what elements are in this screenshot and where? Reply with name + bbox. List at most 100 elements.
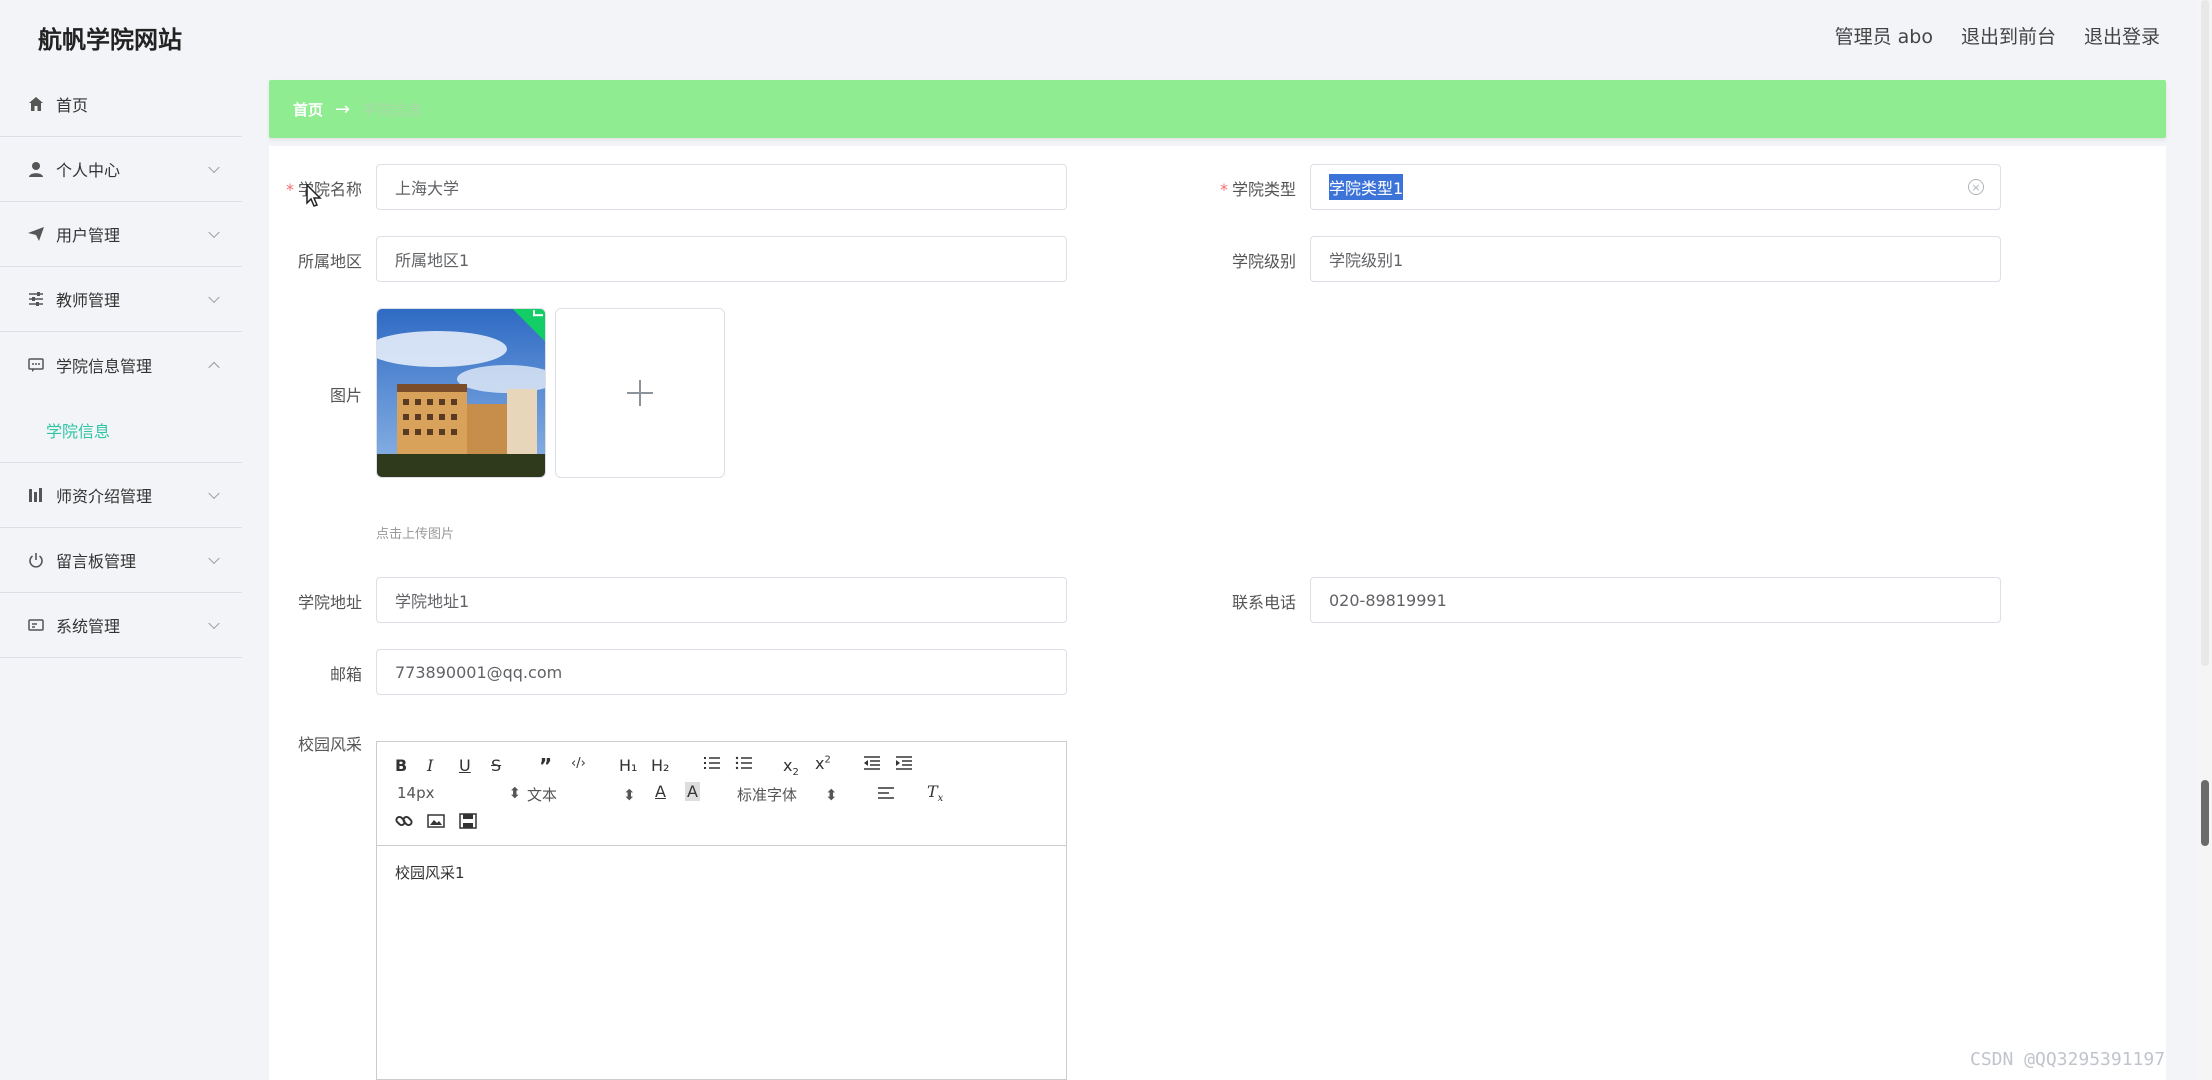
sidebar-item-college-info-management[interactable]: 学院信息管理 [0,332,242,397]
font-color-button[interactable]: A [655,782,666,801]
superscript-button[interactable]: x2 [815,754,831,773]
breadcrumb-home-link[interactable]: 首页 [293,99,323,120]
card-icon [26,615,46,635]
image-icon [427,814,445,828]
image-button[interactable] [427,812,445,834]
phone-field[interactable]: 020-89819991 [1310,577,2001,623]
college-name-field[interactable]: 上海大学 [376,164,1067,210]
college-type-label: * 学院类型 [1219,180,1296,199]
site-title: 航帆学院网站 [38,26,182,54]
ordered-list-button[interactable] [703,754,721,776]
outdent-button[interactable] [863,754,881,776]
outdent-icon [864,756,880,770]
college-type-select[interactable]: 学院类型1 × [1310,164,2001,210]
indent-icon [896,756,912,770]
link-button[interactable] [395,812,413,834]
college-name-value: 上海大学 [395,179,460,198]
sidebar-item-faculty-intro-management[interactable]: 师资介绍管理 [0,463,242,528]
film-icon [459,813,477,829]
video-button[interactable] [459,812,477,834]
top-header: 航帆学院网站 管理员 abo 退出到前台 退出登录 [0,0,2212,72]
italic-button[interactable]: I [427,756,433,775]
email-label: 邮箱 [329,665,362,684]
chevron-down-icon [208,552,220,565]
underline-button[interactable]: U [459,756,471,775]
logout-link[interactable]: 退出登录 [2084,22,2160,49]
bullet-list-icon [735,756,752,770]
email-field[interactable]: 773890001@qq.com [376,649,1067,695]
h1-button[interactable]: H₁ [619,756,637,775]
level-label: 学院级别 [1231,252,1296,271]
subscript-button[interactable]: x2 [783,756,799,778]
page-scrollbar[interactable] [2198,0,2212,1080]
sidebar-item-label: 教师管理 [56,291,121,310]
address-field[interactable]: 学院地址1 [376,577,1067,623]
select-arrows-icon: ⬍ [825,786,838,804]
sidebar-item-user-management[interactable]: 用户管理 [0,202,242,267]
image-label: 图片 [329,386,362,405]
header-actions: 管理员 abo 退出到前台 退出登录 [1835,22,2160,49]
scrollbar-thumb[interactable] [2201,780,2209,846]
bold-button[interactable]: B [395,756,407,775]
font-family-select[interactable]: 标准字体 ⬍ [737,784,838,805]
required-mark: * [1219,180,1228,199]
breadcrumb: 首页 → 学院信息 [269,80,2166,138]
sliders-icon [26,289,46,309]
sidebar-item-personal-center[interactable]: 个人中心 [0,137,242,202]
clear-format-button[interactable]: Tx [927,782,943,804]
sidebar-subitem-college-info[interactable]: 学院信息 [0,397,242,463]
sidebar-item-label: 学院信息管理 [56,356,153,376]
uploaded-image-thumbnail[interactable] [376,308,546,478]
sidebar-item-system-management[interactable]: 系统管理 [0,593,242,658]
align-icon [878,787,894,799]
clear-icon[interactable]: × [1968,179,1984,195]
sidebar: 首页 个人中心 用户管理 教师管理 学院信息管理 学院信息 师资介绍管理 留言板… [0,72,242,1080]
strike-button[interactable]: S [491,756,501,775]
h2-button[interactable]: H₂ [651,756,669,775]
check-icon [533,310,543,317]
required-mark: * [285,180,294,199]
phone-value: 020-89819991 [1329,590,1447,610]
level-value: 学院级别1 [1329,251,1404,270]
sidebar-item-label: 学院信息 [46,421,111,441]
rich-text-editor[interactable]: B I U S ” ‹/› H₁ H₂ x2 x2 14px ⬍ 文本 ⬍ A A … [376,741,1067,1080]
sidebar-item-home[interactable]: 首页 [0,72,242,137]
sidebar-item-label: 个人中心 [56,161,121,180]
sidebar-item-teacher-management[interactable]: 教师管理 [0,267,242,332]
level-field[interactable]: 学院级别1 [1310,236,2001,282]
background-color-button[interactable]: A [685,782,700,801]
home-icon [26,94,46,114]
chevron-down-icon [208,226,220,239]
font-size-select[interactable]: 14px ⬍ [397,784,521,802]
exit-to-front-link[interactable]: 退出到前台 [1961,22,2056,49]
text-type-value: 文本 [527,786,558,804]
region-field[interactable]: 所属地区1 [376,236,1067,282]
sidebar-item-message-board-management[interactable]: 留言板管理 [0,528,242,593]
code-button[interactable]: ‹/› [571,756,586,771]
indent-button[interactable] [895,754,913,776]
quote-button[interactable]: ” [539,754,552,778]
plus-icon [627,380,653,406]
college-type-value: 学院类型1 [1329,174,1404,200]
upload-image-button[interactable] [555,308,725,478]
chat-icon [26,355,46,375]
select-arrows-icon: ⬍ [623,786,636,804]
bullet-list-button[interactable] [735,754,753,776]
editor-content[interactable]: 校园风采1 [377,846,1066,899]
mouse-cursor-icon [306,183,322,212]
send-icon [26,224,46,244]
chevron-down-icon [208,487,220,500]
upload-tip: 点击上传图片 [376,527,455,542]
campus-label: 校园风采 [297,735,362,754]
email-value: 773890001@qq.com [395,662,563,682]
editor-toolbar: B I U S ” ‹/› H₁ H₂ x2 x2 14px ⬍ 文本 ⬍ A A … [377,742,1066,846]
region-label: 所属地区 [297,252,362,271]
region-value: 所属地区1 [395,251,470,270]
font-size-value: 14px [397,784,435,802]
chevron-up-icon [208,361,220,373]
text-type-select[interactable]: 文本 ⬍ [527,784,636,805]
user-icon [26,159,46,179]
align-button[interactable] [877,784,895,806]
breadcrumb-current: 学院信息 [362,100,423,119]
sidebar-item-label: 首页 [56,96,89,115]
